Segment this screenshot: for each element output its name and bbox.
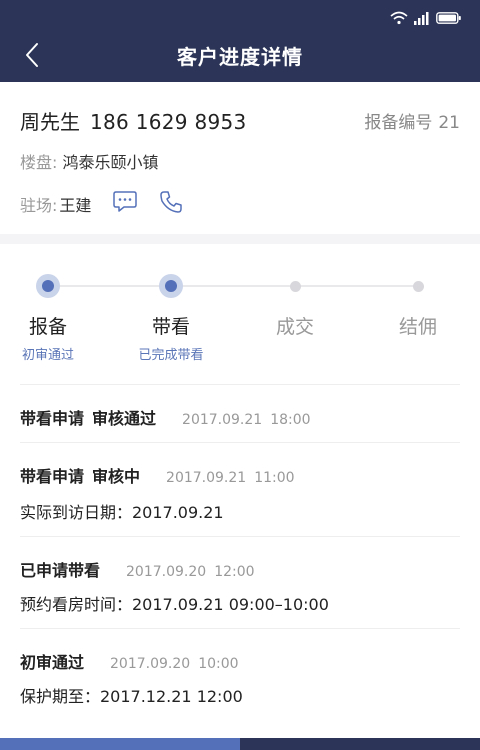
- battery-icon: [436, 11, 462, 25]
- record-detail: 实际到访日期：2017.09.21: [20, 503, 224, 522]
- record-time: 10:00: [198, 656, 239, 672]
- list-item: 初审通过 2017.09.20 10:00 保护期至：2017.12.21 12:…: [20, 628, 460, 720]
- progress-track: [49, 285, 418, 287]
- call-button[interactable]: [157, 190, 185, 218]
- record-date: 2017.09.21: [166, 470, 247, 486]
- record-time: 12:00: [214, 564, 255, 580]
- record-date: 2017.09.20: [126, 564, 207, 580]
- record-header: 带看申请 审核中 2017.09.21 11:00: [20, 463, 295, 487]
- report-number: 报备编号 21: [364, 108, 460, 133]
- record-time: 18:00: [270, 412, 311, 428]
- step-dot: [283, 274, 307, 298]
- record-type: 带看申请: [20, 467, 85, 486]
- list-item: 已申请带看 2017.09.20 12:00 预约看房时间：2017.09.21 …: [20, 536, 460, 628]
- step-sub-status: 已完成带看: [138, 348, 204, 363]
- record-timestamp: 2017.09.21 18:00: [182, 412, 311, 428]
- customer-name-row: 周先生 186 1629 8953: [20, 106, 247, 135]
- step-label: 报备: [28, 316, 67, 338]
- page-title: 客户进度详情: [177, 45, 303, 69]
- customer-info-card: 周先生 186 1629 8953 报备编号 21 楼盘: 鸿泰乐颐小镇 驻场: 王…: [0, 82, 480, 234]
- project-label: 楼盘:: [20, 153, 58, 172]
- record-detail: 预约看房时间：2017.09.21 09:00–10:00: [20, 595, 329, 614]
- list-item: 带看申请 审核中 2017.09.21 11:00 实际到访日期：2017.09.…: [20, 442, 460, 536]
- record-timestamp: 2017.09.20 10:00: [110, 656, 239, 672]
- message-button[interactable]: [111, 190, 139, 218]
- step-dot: [36, 274, 60, 298]
- list-item: 带看申请 审核通过 2017.09.21 18:00: [20, 384, 460, 442]
- phone-icon: [158, 189, 184, 219]
- bottom-action-right-button[interactable]: [240, 738, 480, 750]
- wifi-icon: [390, 11, 408, 25]
- record-timestamp: 2017.09.20 12:00: [126, 564, 255, 580]
- header-bar: 客户进度详情: [0, 0, 480, 82]
- record-detail: 保护期至：2017.12.21 12:00: [20, 687, 243, 706]
- station-row: 驻场: 王建: [20, 190, 185, 218]
- station-label: 驻场:: [20, 196, 58, 215]
- step-label: 结佣: [398, 316, 437, 338]
- record-type: 初审通过: [20, 653, 85, 672]
- signal-icon: [414, 11, 430, 25]
- step-sub-status: 初审通过: [21, 348, 74, 363]
- section-divider: [0, 234, 480, 244]
- report-number-label: 报备编号: [364, 113, 433, 133]
- step-dot: [159, 274, 183, 298]
- step-label: 成交: [275, 316, 314, 338]
- step-dot: [406, 274, 430, 298]
- project-row: 楼盘: 鸿泰乐颐小镇: [20, 149, 159, 173]
- record-header: 带看申请 审核通过 2017.09.21 18:00: [20, 405, 311, 429]
- status-bar: [390, 11, 462, 25]
- record-date: 2017.09.20: [110, 656, 191, 672]
- chat-bubble-icon: [112, 190, 138, 218]
- record-type: 带看申请: [20, 409, 85, 428]
- bottom-action-bar: [0, 738, 480, 750]
- record-status: 审核通过: [92, 409, 157, 428]
- customer-phone: 186 1629 8953: [90, 110, 247, 134]
- station-agent-name: 王建: [59, 196, 92, 215]
- progress-stepper: 报备 初审通过 带看 已完成带看 成交 结佣: [0, 244, 480, 384]
- record-date: 2017.09.21: [182, 412, 263, 428]
- record-type: 已申请带看: [20, 561, 101, 580]
- record-time: 11:00: [254, 470, 295, 486]
- bottom-action-left-button[interactable]: [0, 738, 240, 750]
- record-header: 初审通过 2017.09.20 10:00: [20, 649, 239, 673]
- record-header: 已申请带看 2017.09.20 12:00: [20, 557, 255, 581]
- step-label: 带看: [151, 316, 190, 338]
- record-timestamp: 2017.09.21 11:00: [166, 470, 295, 486]
- record-status: 审核中: [92, 467, 141, 486]
- report-number-value: 21: [438, 113, 460, 133]
- project-name: 鸿泰乐颐小镇: [62, 153, 159, 172]
- customer-name: 周先生: [20, 110, 80, 134]
